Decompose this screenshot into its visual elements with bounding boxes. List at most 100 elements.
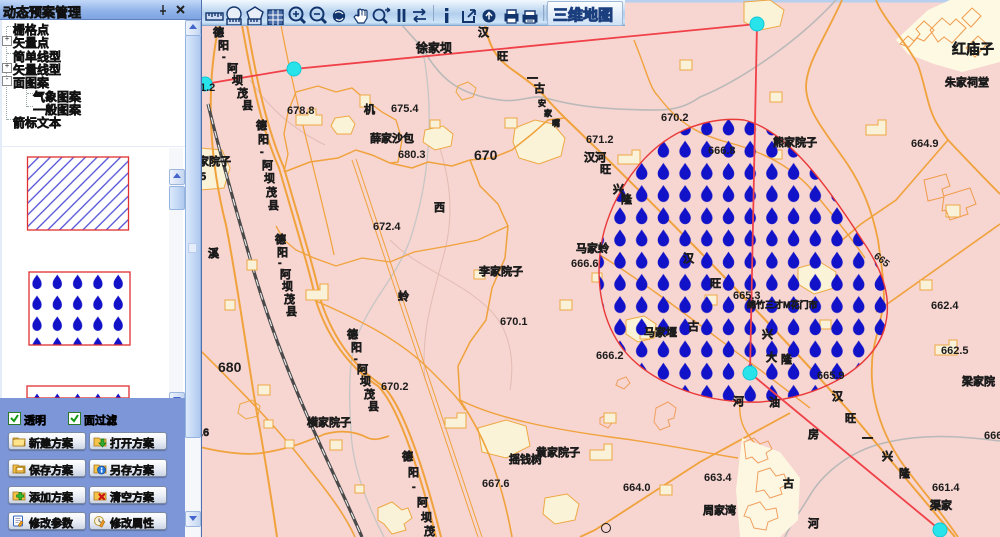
svg-text:汉河: 汉河 bbox=[584, 150, 606, 164]
svg-text:672.4: 672.4 bbox=[373, 221, 401, 233]
svg-text:阳: 阳 bbox=[408, 465, 419, 479]
svg-text:664.0: 664.0 bbox=[623, 482, 651, 494]
svg-text:-: - bbox=[278, 257, 282, 269]
svg-text:坝: 坝 bbox=[421, 510, 432, 524]
svg-text:县: 县 bbox=[268, 199, 279, 212]
svg-text:渠家: 渠家 bbox=[930, 498, 953, 512]
svg-text:茂: 茂 bbox=[364, 387, 375, 401]
svg-text:熊家院子: 熊家院子 bbox=[773, 135, 817, 149]
svg-text:678.8: 678.8 bbox=[287, 105, 315, 117]
svg-text:1.2: 1.2 bbox=[200, 82, 215, 94]
svg-text:溪: 溪 bbox=[208, 246, 220, 260]
svg-text:河: 河 bbox=[733, 394, 744, 408]
svg-text:古: 古 bbox=[534, 81, 545, 95]
svg-text:-: - bbox=[222, 51, 226, 63]
svg-text:旺: 旺 bbox=[600, 163, 611, 176]
svg-text:680.3: 680.3 bbox=[398, 149, 426, 161]
svg-text:县: 县 bbox=[242, 99, 253, 112]
svg-text:670.1: 670.1 bbox=[500, 316, 528, 328]
svg-text:隆: 隆 bbox=[781, 352, 793, 366]
svg-text:蛉: 蛉 bbox=[398, 289, 409, 303]
svg-text:梁家院: 梁家院 bbox=[961, 374, 995, 388]
svg-text:德: 德 bbox=[255, 118, 267, 132]
svg-text:薛家沙包: 薛家沙包 bbox=[370, 131, 414, 145]
svg-text:马家蛉: 马家蛉 bbox=[576, 241, 609, 255]
svg-text:661.4: 661.4 bbox=[932, 482, 960, 494]
svg-text:665.3: 665.3 bbox=[733, 290, 761, 302]
svg-text:徐家坝: 徐家坝 bbox=[415, 40, 452, 55]
svg-text:666.6: 666.6 bbox=[571, 258, 599, 270]
svg-text:德: 德 bbox=[401, 449, 413, 463]
svg-text:阿: 阿 bbox=[262, 158, 273, 172]
svg-text:县: 县 bbox=[286, 305, 297, 318]
svg-text:阿: 阿 bbox=[227, 61, 238, 75]
svg-text:茂: 茂 bbox=[266, 185, 277, 199]
svg-text:房: 房 bbox=[808, 427, 819, 441]
svg-text:周家湾: 周家湾 bbox=[703, 503, 736, 517]
svg-text:油: 油 bbox=[769, 395, 780, 409]
svg-text:一: 一 bbox=[862, 433, 873, 445]
svg-text:茂: 茂 bbox=[284, 292, 295, 306]
svg-text:-: - bbox=[260, 146, 264, 158]
svg-text:德: 德 bbox=[274, 232, 286, 246]
svg-text:嘴: 嘴 bbox=[552, 118, 560, 128]
svg-text:666.8: 666.8 bbox=[708, 145, 736, 157]
svg-text:隆: 隆 bbox=[621, 192, 633, 206]
svg-text:旺: 旺 bbox=[497, 50, 508, 63]
svg-text:兴: 兴 bbox=[762, 327, 773, 341]
svg-text:670.2: 670.2 bbox=[381, 381, 409, 393]
svg-text:670.2: 670.2 bbox=[661, 112, 689, 124]
svg-text:朱家祠堂: 朱家祠堂 bbox=[944, 75, 989, 89]
svg-text:德: 德 bbox=[346, 327, 358, 341]
svg-text:马家堰: 马家堰 bbox=[644, 325, 677, 339]
svg-text:隆: 隆 bbox=[899, 466, 911, 480]
svg-text:667.6: 667.6 bbox=[482, 478, 510, 490]
svg-text:阳: 阳 bbox=[218, 38, 229, 52]
svg-text:家院子: 家院子 bbox=[200, 154, 231, 168]
svg-text:坝: 坝 bbox=[264, 171, 275, 185]
svg-text:阿: 阿 bbox=[280, 267, 291, 281]
svg-text:-: - bbox=[412, 481, 416, 493]
svg-text:坝: 坝 bbox=[232, 73, 243, 87]
svg-text:阳: 阳 bbox=[351, 340, 362, 354]
svg-text:671.2: 671.2 bbox=[586, 134, 614, 146]
svg-text:汉: 汉 bbox=[683, 251, 695, 265]
svg-text:675.4: 675.4 bbox=[391, 103, 419, 115]
svg-text:阿: 阿 bbox=[357, 362, 368, 376]
svg-text:662.4: 662.4 bbox=[931, 300, 959, 312]
svg-text:666.2: 666.2 bbox=[596, 350, 624, 362]
svg-text:李家院子: 李家院子 bbox=[478, 264, 523, 278]
svg-text:古: 古 bbox=[783, 476, 794, 490]
svg-text:680: 680 bbox=[218, 359, 242, 375]
svg-text:横家院子: 横家院子 bbox=[307, 415, 351, 429]
svg-text:茂: 茂 bbox=[237, 86, 248, 100]
svg-text:阳: 阳 bbox=[258, 132, 269, 146]
svg-text:汉: 汉 bbox=[832, 389, 844, 403]
svg-text:摇钱树: 摇钱树 bbox=[509, 452, 542, 466]
svg-text:坝: 坝 bbox=[360, 374, 371, 388]
svg-text:665.9: 665.9 bbox=[817, 370, 845, 382]
svg-text:红庙子: 红庙子 bbox=[952, 41, 994, 57]
svg-text:汉: 汉 bbox=[478, 25, 490, 39]
svg-text:机: 机 bbox=[364, 102, 375, 116]
svg-text:670: 670 bbox=[474, 147, 498, 163]
svg-text:坝: 坝 bbox=[282, 279, 293, 293]
svg-text:旺: 旺 bbox=[845, 412, 856, 425]
svg-text:古: 古 bbox=[688, 319, 699, 333]
svg-text:662.5: 662.5 bbox=[941, 345, 969, 357]
svg-text:德: 德 bbox=[212, 25, 224, 39]
svg-text:黄家院子: 黄家院子 bbox=[536, 445, 580, 459]
svg-text:茂: 茂 bbox=[424, 524, 435, 537]
svg-text:兴: 兴 bbox=[882, 449, 893, 463]
svg-text:666: 666 bbox=[984, 430, 1000, 442]
svg-text:663.4: 663.4 bbox=[704, 472, 732, 484]
svg-text:大: 大 bbox=[766, 350, 777, 364]
svg-text:县: 县 bbox=[368, 400, 379, 413]
svg-text:河: 河 bbox=[808, 516, 819, 530]
svg-text:安: 安 bbox=[538, 98, 546, 108]
svg-text:西: 西 bbox=[434, 201, 445, 214]
svg-text:阿: 阿 bbox=[417, 495, 428, 509]
svg-text:家: 家 bbox=[544, 108, 553, 118]
svg-text:旺: 旺 bbox=[710, 277, 721, 290]
svg-text:664.9: 664.9 bbox=[911, 138, 939, 150]
